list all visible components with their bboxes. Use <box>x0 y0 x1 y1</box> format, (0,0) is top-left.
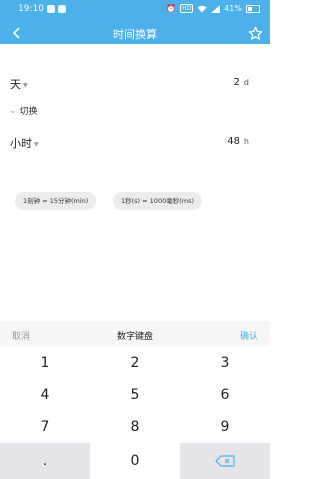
to-row: 小时 ▼ 48 h <box>0 130 270 156</box>
backspace-icon <box>215 455 235 467</box>
numeric-keyboard: 1 2 3 4 5 6 7 8 9 . 0 <box>0 346 270 479</box>
key-1[interactable]: 1 <box>0 347 90 378</box>
delete-key[interactable] <box>180 443 270 479</box>
from-row: 天 ▼ 2 d <box>0 70 270 96</box>
keyboard-header: 取消 数字键盘 确认 <box>0 322 270 347</box>
caret-down-icon: ▼ <box>23 82 28 89</box>
from-unit-label: 天 <box>10 78 21 91</box>
notification-icons <box>47 5 66 13</box>
gallery-icon <box>58 5 66 13</box>
key-3[interactable]: 3 <box>180 347 270 378</box>
from-unit-suffix: d <box>243 78 249 87</box>
key-4[interactable]: 4 <box>0 379 90 410</box>
from-value-input[interactable]: 2 <box>234 77 240 88</box>
keyboard-title: 数字键盘 <box>116 332 153 342</box>
star-icon <box>248 26 262 40</box>
key-0[interactable]: 0 <box>90 443 180 479</box>
title-bar: 时间换算 <box>0 22 270 44</box>
status-bar: 19:10 ⏰ HD 41% <box>0 0 270 22</box>
battery-icon <box>246 4 260 13</box>
page-title: 时间换算 <box>113 28 157 41</box>
to-unit-label: 小时 <box>10 137 32 150</box>
key-decimal[interactable]: . <box>0 443 90 479</box>
hd-badge: HD <box>180 4 194 13</box>
battery-percent: 41% <box>224 4 242 13</box>
key-7[interactable]: 7 <box>0 411 90 442</box>
hint-chip: 1刻钟 = 15分钟(min) <box>15 192 97 210</box>
caret-down-icon: ▼ <box>34 141 39 148</box>
key-2[interactable]: 2 <box>90 347 180 378</box>
from-unit-select[interactable]: 天 ▼ <box>10 76 28 92</box>
hint-chip: 1秒(s) = 1000毫秒(ms) <box>113 192 203 210</box>
notification-icon <box>47 5 55 13</box>
favorite-button[interactable] <box>246 24 264 42</box>
to-value-output: 48 <box>227 136 240 147</box>
to-unit-select[interactable]: 小时 ▼ <box>10 135 39 151</box>
status-indicators: ⏰ HD 41% <box>166 4 260 13</box>
signal-icon <box>211 4 221 13</box>
chevron-down-icon: ⌄ <box>9 105 17 116</box>
key-5[interactable]: 5 <box>90 379 180 410</box>
wifi-icon <box>197 5 207 12</box>
alarm-icon: ⏰ <box>166 4 177 13</box>
switch-label: 切换 <box>19 107 38 117</box>
switch-button[interactable]: ⌄ 切换 <box>9 104 38 118</box>
key-6[interactable]: 6 <box>180 379 270 410</box>
confirm-button[interactable]: 确认 <box>240 329 258 342</box>
key-8[interactable]: 8 <box>90 411 180 442</box>
key-9[interactable]: 9 <box>180 411 270 442</box>
to-unit-suffix: h <box>243 137 249 146</box>
status-time: 19:10 <box>18 4 44 14</box>
